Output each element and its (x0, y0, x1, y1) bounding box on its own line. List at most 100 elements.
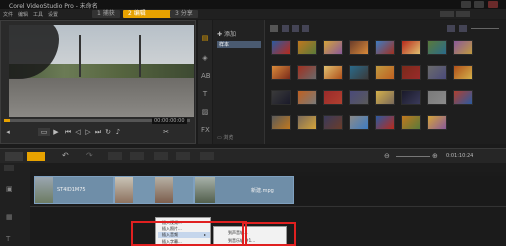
clip-thumbnail (195, 177, 215, 203)
title-track-icon[interactable]: T (6, 235, 10, 243)
video-filter-icon[interactable] (282, 25, 289, 32)
library-thumbnail[interactable] (375, 65, 395, 80)
zoom-in-icon[interactable]: ⊕ (432, 152, 438, 160)
timeline-clip[interactable]: ST4ID1M75 (34, 176, 114, 204)
tab-help-icon[interactable] (456, 11, 470, 17)
home-icon[interactable]: ⏮ (64, 128, 72, 136)
clip-thumbnail (155, 177, 173, 203)
library-thumbnail[interactable] (427, 40, 447, 55)
library-thumbnail[interactable] (375, 115, 395, 130)
folder-icon[interactable] (270, 25, 278, 32)
list-view-icon[interactable] (447, 25, 455, 32)
auto-music-icon[interactable] (154, 152, 168, 160)
library-thumbnail[interactable] (401, 90, 421, 105)
timeline-clip[interactable]: 新建.mpg (194, 176, 294, 204)
library-thumbnail[interactable] (375, 90, 395, 105)
audio-mix-icon[interactable] (130, 152, 144, 160)
timeline-view-icon[interactable] (27, 152, 45, 161)
menu-file[interactable]: 文件 (3, 11, 13, 18)
mark-in-icon[interactable]: ◂ (4, 128, 12, 136)
overlay-track-icon[interactable]: ▦ (6, 213, 13, 221)
zoom-out-icon[interactable]: ⊖ (384, 152, 390, 160)
library-thumbnail[interactable] (297, 40, 317, 55)
library-thumbnail[interactable] (453, 90, 473, 105)
highlight-box (131, 221, 247, 246)
library-thumbnail[interactable] (323, 40, 343, 55)
library-category-bar: ▤ ◈ AB T ▨ FX (198, 20, 212, 144)
split-icon[interactable]: ✂ (162, 128, 170, 136)
library-thumbnail[interactable] (401, 115, 421, 130)
end-icon[interactable]: ⏭ (94, 128, 102, 136)
media-icon[interactable]: ▤ (201, 34, 209, 42)
library-thumbnail[interactable] (349, 90, 369, 105)
library-thumbnail[interactable] (427, 115, 447, 130)
video-pole (79, 35, 81, 77)
tab-file-icon[interactable] (440, 11, 454, 17)
library-thumbnail[interactable] (349, 65, 369, 80)
transition-icon[interactable]: AB (201, 72, 211, 80)
library-thumbnail[interactable] (271, 90, 291, 105)
undo-icon[interactable]: ↶ (62, 151, 69, 160)
library-thumbnail[interactable] (401, 40, 421, 55)
subtitle-editor-icon[interactable] (200, 152, 214, 160)
storyboard-view-icon[interactable] (5, 152, 23, 161)
minimize-button[interactable] (461, 1, 471, 8)
play-icon[interactable]: ▶ (52, 128, 60, 136)
thumb-view-icon[interactable] (459, 25, 467, 32)
track-manager-icon[interactable] (4, 165, 14, 171)
library-thumbnail[interactable] (349, 115, 369, 130)
timeline-ruler[interactable] (30, 163, 506, 172)
tab-capture[interactable]: 1 捕获 (92, 10, 120, 18)
redo-icon[interactable]: ↷ (86, 151, 93, 160)
project-toggle-icon[interactable]: ▭ (38, 128, 50, 136)
next-frame-icon[interactable]: ▷ (84, 128, 92, 136)
add-folder-button[interactable]: ✚ 添加 (217, 29, 236, 38)
menu-tools[interactable]: 工具 (33, 11, 43, 18)
volume-icon[interactable]: ♪ (114, 128, 122, 136)
tab-share[interactable]: 3 分享 (170, 10, 198, 18)
timeline-clip[interactable] (114, 176, 194, 204)
library-thumbnail[interactable] (297, 90, 317, 105)
instant-project-icon[interactable]: ◈ (201, 54, 209, 62)
library-thumbnail[interactable] (271, 115, 291, 130)
graphic-icon[interactable]: ▨ (201, 108, 209, 116)
library-thumbnail[interactable] (271, 65, 291, 80)
library-thumbnail[interactable] (453, 40, 473, 55)
repeat-icon[interactable]: ↻ (104, 128, 112, 136)
library-thumbnail[interactable] (375, 40, 395, 55)
library-thumbnail[interactable] (271, 40, 291, 55)
library-thumbnail[interactable] (323, 115, 343, 130)
menu-edit[interactable]: 编辑 (18, 11, 28, 18)
video-preview[interactable] (9, 25, 194, 117)
library-thumbnail[interactable] (427, 90, 447, 105)
library-thumbnail[interactable] (297, 65, 317, 80)
photo-filter-icon[interactable] (292, 25, 299, 32)
library-thumbnail[interactable] (427, 65, 447, 80)
filter-icon[interactable]: FX (201, 126, 210, 134)
tab-edit[interactable]: 2 编辑 (123, 10, 175, 18)
thumb-size-slider[interactable] (471, 28, 499, 29)
record-capture-icon[interactable] (108, 152, 122, 160)
zoom-slider[interactable] (396, 156, 430, 157)
title-icon[interactable]: T (201, 90, 209, 98)
folder-item-sample[interactable]: 样本 (217, 41, 261, 48)
library-thumbnail[interactable] (349, 40, 369, 55)
library-thumbnail[interactable] (401, 65, 421, 80)
video-track-icon[interactable]: ▣ (6, 185, 13, 193)
library-thumbnail[interactable] (453, 65, 473, 80)
library-thumbnail[interactable] (323, 90, 343, 105)
close-button[interactable] (488, 1, 498, 8)
add-folder-label: 添加 (223, 31, 236, 38)
timecode[interactable]: 00:00:00:00 (152, 118, 187, 124)
audio-filter-icon[interactable] (302, 25, 309, 32)
prev-frame-icon[interactable]: ◁ (74, 128, 82, 136)
clip-thumbnail (115, 177, 133, 203)
library-toolbar (270, 25, 360, 33)
browse-button[interactable]: ▭ 浏览 (217, 134, 233, 141)
clip-label: ST4ID1M75 (57, 187, 86, 193)
menu-settings[interactable]: 设置 (48, 11, 58, 18)
motion-track-icon[interactable] (176, 152, 190, 160)
maximize-button[interactable] (474, 1, 484, 8)
library-thumbnail[interactable] (297, 115, 317, 130)
library-thumbnail[interactable] (323, 65, 343, 80)
